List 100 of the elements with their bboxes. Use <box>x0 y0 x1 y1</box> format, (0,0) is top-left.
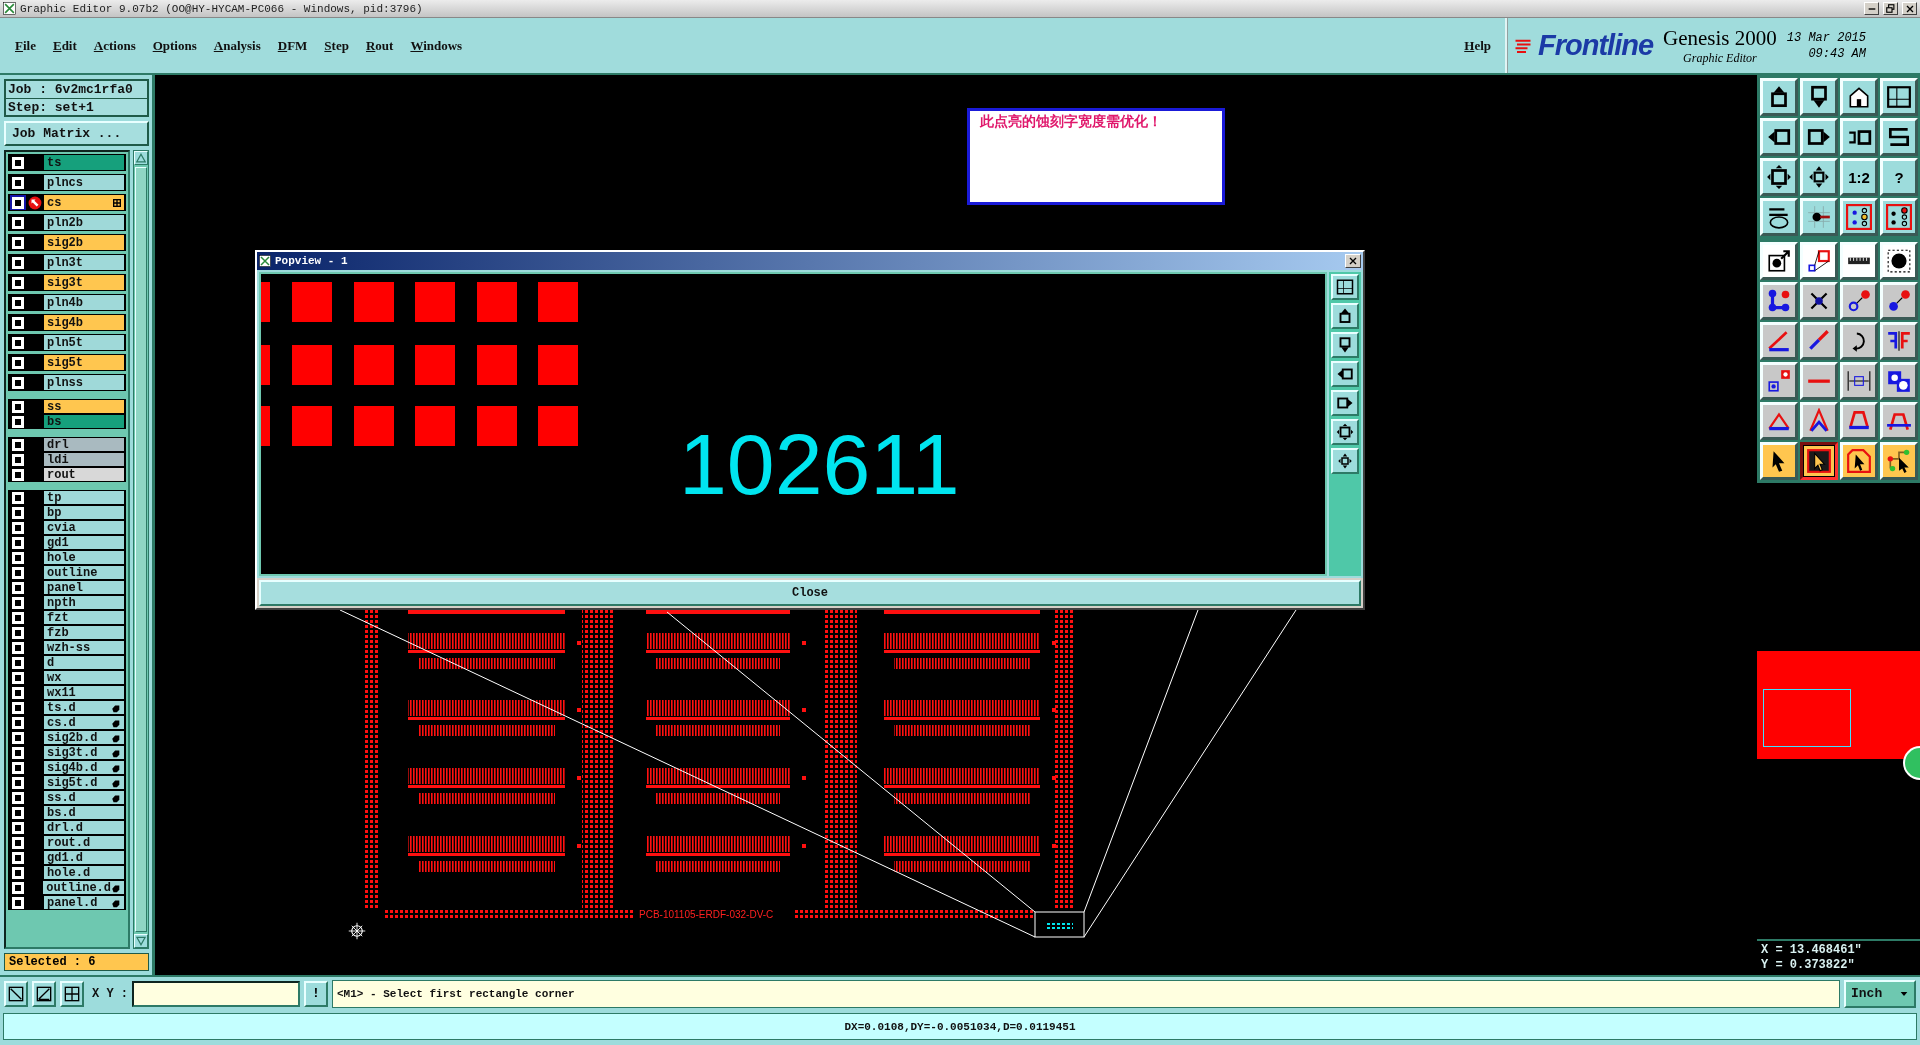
layer-name[interactable]: wx <box>44 671 124 684</box>
layer-name[interactable]: wzh-ss <box>44 641 124 654</box>
menu-item[interactable]: File <box>15 37 36 54</box>
layer-checkbox[interactable] <box>12 791 24 804</box>
layer-checkbox[interactable] <box>12 438 24 451</box>
layer-checkbox[interactable] <box>12 156 24 169</box>
layer-checkbox[interactable] <box>12 468 24 481</box>
menu-item[interactable]: Step <box>324 37 349 54</box>
view-button[interactable] <box>1331 303 1359 329</box>
layer-checkbox[interactable] <box>12 415 24 428</box>
layer-checkbox[interactable] <box>12 596 24 609</box>
view-button[interactable] <box>1331 361 1359 387</box>
layer-name[interactable]: sig4b <box>44 315 124 330</box>
layer-checkbox[interactable] <box>12 536 24 549</box>
layer-name[interactable]: drl.d <box>44 821 124 834</box>
view-button[interactable] <box>1331 419 1359 445</box>
layer-name[interactable]: plnss <box>44 375 124 390</box>
layer-name[interactable]: ldi <box>44 453 124 466</box>
layer-name[interactable]: ts.d <box>44 701 124 714</box>
layer-name[interactable]: sig5t <box>44 355 124 370</box>
view-button[interactable] <box>1331 448 1359 474</box>
layer-name[interactable]: cs <box>44 195 124 210</box>
close-button[interactable] <box>1345 254 1361 268</box>
layer-checkbox[interactable] <box>12 491 24 504</box>
layer-checkbox[interactable] <box>12 316 24 329</box>
view-button[interactable] <box>1331 274 1359 300</box>
layer-name[interactable]: plncs <box>44 175 124 190</box>
tool-button[interactable]: 1:2 <box>1840 158 1878 196</box>
layer-checkbox[interactable] <box>12 453 24 466</box>
layer-checkbox[interactable] <box>12 506 24 519</box>
layer-checkbox[interactable] <box>12 521 24 534</box>
layer-name[interactable]: outline <box>44 566 124 579</box>
layer-name[interactable]: ss.d <box>44 791 124 804</box>
layer-checkbox[interactable] <box>12 336 24 349</box>
tool-button[interactable]: ? <box>1880 158 1918 196</box>
layer-name[interactable]: sig3t.d <box>44 746 124 759</box>
tool-button[interactable] <box>1800 442 1838 480</box>
layer-name[interactable]: bs <box>44 415 124 428</box>
layer-checkbox[interactable] <box>12 746 24 759</box>
layer-checkbox[interactable] <box>11 881 24 894</box>
layer-checkbox[interactable] <box>12 866 24 879</box>
layer-name[interactable]: hole.d <box>44 866 124 879</box>
close-button[interactable]: Close <box>259 580 1361 606</box>
layer-checkbox[interactable] <box>12 256 24 269</box>
layer-name[interactable]: outline.d <box>43 881 124 894</box>
layer-checkbox[interactable] <box>12 611 24 624</box>
layer-checkbox[interactable] <box>12 356 24 369</box>
view-button[interactable] <box>1331 390 1359 416</box>
layer-checkbox[interactable] <box>12 626 24 639</box>
layer-checkbox[interactable] <box>12 716 24 729</box>
layer-name[interactable]: cs.d <box>44 716 124 729</box>
layer-name[interactable]: drl <box>44 438 124 451</box>
layer-name[interactable]: pln5t <box>44 335 124 350</box>
layer-name[interactable]: tp <box>44 491 124 504</box>
layer-checkbox[interactable] <box>12 806 24 819</box>
layer-checkbox[interactable] <box>12 216 24 229</box>
scrollbar[interactable] <box>133 150 149 949</box>
layer-checkbox[interactable] <box>12 776 24 789</box>
layer-name[interactable]: pln4b <box>44 295 124 310</box>
layer-name[interactable]: rout <box>44 468 124 481</box>
layer-name[interactable]: d <box>44 656 124 669</box>
layer-name[interactable]: sig5t.d <box>44 776 124 789</box>
layer-name[interactable]: npth <box>44 596 124 609</box>
menu-item[interactable]: Windows <box>410 37 463 54</box>
layer-checkbox[interactable] <box>12 641 24 654</box>
layer-checkbox[interactable] <box>12 836 24 849</box>
restore-button[interactable] <box>1883 2 1898 15</box>
layer-checkbox[interactable] <box>12 686 24 699</box>
layer-name[interactable]: rout.d <box>44 836 124 849</box>
layer-checkbox[interactable] <box>12 896 24 909</box>
layer-checkbox[interactable] <box>12 581 24 594</box>
layer-name[interactable]: sig4b.d <box>44 761 124 774</box>
menu-item[interactable]: Edit <box>52 37 77 54</box>
job-matrix-button[interactable]: Job Matrix ... <box>4 121 149 146</box>
layer-name[interactable]: sig2b.d <box>44 731 124 744</box>
layer-checkbox[interactable] <box>12 236 24 249</box>
graphic-canvas[interactable]: 此点亮的蚀刻字宽度需优化！ PCB-101105-ERDF-032-DV-C Popview - 1 102611 Close <box>155 75 1757 975</box>
units-dropdown[interactable]: Inch <box>1844 979 1916 1008</box>
layer-name[interactable]: hole <box>44 551 124 564</box>
menu-item[interactable]: Actions <box>93 37 136 54</box>
xy-input[interactable] <box>132 980 300 1007</box>
layer-checkbox[interactable] <box>12 671 24 684</box>
layer-checkbox[interactable] <box>12 701 24 714</box>
layer-name[interactable]: panel.d <box>44 896 124 909</box>
layer-checkbox[interactable] <box>12 731 24 744</box>
layer-name[interactable]: gd1 <box>44 536 124 549</box>
layer-name[interactable]: sig3t <box>44 275 124 290</box>
menu-item[interactable]: Analysis <box>213 37 261 54</box>
layer-name[interactable]: gd1.d <box>44 851 124 864</box>
layer-checkbox[interactable] <box>12 400 24 413</box>
layer-name[interactable]: ts <box>44 155 124 170</box>
layer-name[interactable]: bp <box>44 506 124 519</box>
close-button[interactable] <box>1902 2 1917 15</box>
layer-name[interactable]: fzt <box>44 611 124 624</box>
layer-name[interactable]: panel <box>44 581 124 594</box>
menu-item[interactable]: Options <box>152 37 197 54</box>
minimize-button[interactable] <box>1864 2 1879 15</box>
layer-checkbox[interactable] <box>12 821 24 834</box>
layer-name[interactable]: pln3t <box>44 255 124 270</box>
layer-checkbox[interactable] <box>12 296 24 309</box>
